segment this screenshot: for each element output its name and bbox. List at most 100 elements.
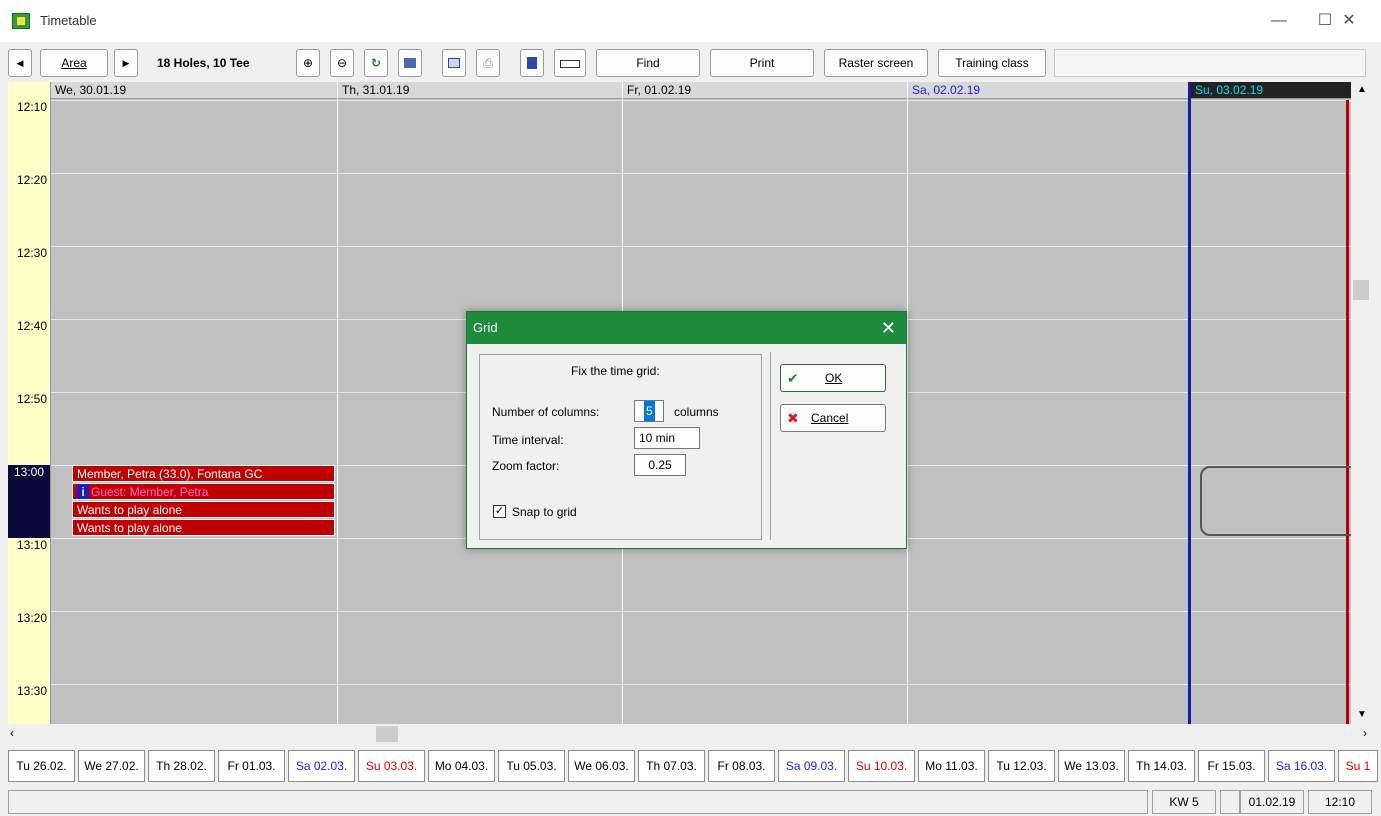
dialog-title: Grid [473,320,498,335]
ok-button[interactable]: ✔ OK [780,364,886,392]
vertical-scroll-thumb[interactable] [1353,280,1369,300]
zoom-out-icon[interactable]: ⊖ [330,49,354,77]
time-label: 12:10 [16,100,47,114]
date-strip-button[interactable]: We 13.03. [1058,750,1125,782]
date-strip-button[interactable]: Sa 02.03. [288,750,355,782]
day-header[interactable]: We, 30.01.19 [51,82,338,99]
print-preview-icon[interactable]: ⎙ [476,49,500,77]
horizontal-scrollbar[interactable]: ‹ › [8,724,1373,744]
app-icon [12,13,30,29]
date-strip: Tu 26.02. We 27.02. Th 28.02. Fr 01.03. Sa 0… [8,748,1381,786]
snap-label: Snap to grid [512,505,577,519]
date-strip-button[interactable]: Mo 11.03. [918,750,985,782]
date-strip-button[interactable]: Mo 04.03. [428,750,495,782]
screen-icon[interactable] [398,49,422,77]
training-class-button[interactable]: Training class [938,49,1046,77]
area-label: Area [61,56,87,70]
day-header[interactable]: Su, 03.02.19 [1191,82,1351,99]
date-strip-button[interactable]: Tu 26.02. [8,750,75,782]
booking-text: Wants to play alone [77,503,182,517]
snap-checkbox[interactable]: ✓ [493,505,506,518]
ok-icon: ✔ [787,370,799,386]
area-button[interactable]: Area [40,49,108,77]
date-strip-button[interactable]: Fr 15.03. [1198,750,1265,782]
booking-text: Guest: Member, Petra [91,485,209,499]
person-icon[interactable] [520,49,544,77]
horizontal-scroll-thumb[interactable] [376,726,398,742]
ok-label: OK [825,371,843,385]
minimize-button[interactable]: — [1256,8,1302,34]
date-strip-button[interactable]: Th 14.03. [1128,750,1195,782]
time-label: 12:20 [16,173,47,187]
zoom-in-icon[interactable]: ⊕ [296,49,320,77]
date-strip-button[interactable]: Fr 08.03. [708,750,775,782]
week-indicator: KW 5 [1152,790,1216,814]
date-strip-button[interactable]: Su 10.03. [848,750,915,782]
booking-entry[interactable]: Wants to play alone [72,519,335,536]
date-strip-button[interactable]: We 06.03. [568,750,635,782]
grid-row-line [51,611,1351,612]
status-date: 01.02.19 [1240,790,1304,814]
columns-value: 5 [644,401,655,421]
status-time: 12:10 [1308,790,1372,814]
print-button[interactable]: Print [710,49,814,77]
date-strip-button[interactable]: Tu 05.03. [498,750,565,782]
refresh-icon[interactable]: ↻ [364,49,388,77]
find-button[interactable]: Find [596,49,700,77]
scroll-up-icon[interactable]: ▲ [1357,84,1367,95]
date-strip-button[interactable]: Fr 01.03. [218,750,285,782]
time-label: 12:50 [16,392,47,406]
day-column-divider [337,82,338,724]
grid-dialog: Grid ✕ Fix the time grid: Number of colu… [466,311,907,549]
columns-input[interactable]: 5 [634,400,664,422]
person-icon-shape [527,57,537,69]
time-label: 13:00 [8,465,50,538]
time-label: 12:40 [16,319,47,333]
scroll-right-icon[interactable]: › [1363,726,1367,740]
grid-icon-shape [448,58,460,68]
status-spacer [1220,790,1240,814]
status-bar: KW 5 01.02.19 12:10 [8,790,1381,814]
interval-input[interactable]: 10 min [634,427,700,449]
day-header[interactable]: Fr, 01.02.19 [623,82,908,99]
vertical-scrollbar[interactable]: ▲ ▼ [1351,82,1373,724]
toolbar: ◀ Area ▶ 18 Holes, 10 Tee ⊕ ⊖ ↻ ⎙ Find P… [0,42,1381,82]
grid-row-line [51,246,1351,247]
grid-icon[interactable] [442,49,466,77]
dialog-heading: Fix the time grid: [571,364,660,378]
date-strip-button[interactable]: Th 28.02. [148,750,215,782]
status-message [8,790,1148,814]
booking-entry[interactable]: Wants to play alone [72,501,335,518]
title-bar: Timetable — ☐ ✕ [0,0,1381,42]
close-button[interactable]: ✕ [1326,8,1372,34]
day-header[interactable]: Sa, 02.02.19 [908,82,1191,99]
cancel-label: Cancel [811,411,849,425]
booking-entry[interactable]: Member, Petra (33.0), Fontana GC [72,465,335,482]
keyboard-icon[interactable] [554,49,586,77]
day-header[interactable]: Th, 31.01.19 [338,82,623,99]
scroll-down-icon[interactable]: ▼ [1357,709,1367,720]
scroll-left-icon[interactable]: ‹ [10,726,14,740]
dialog-close-icon[interactable]: ✕ [881,312,896,344]
date-strip-button[interactable]: Sa 16.03. [1268,750,1335,782]
prev-area-button[interactable]: ◀ [8,49,32,77]
time-label: 13:10 [16,538,47,552]
date-strip-button[interactable]: Sa 09.03. [778,750,845,782]
keyboard-icon-shape [560,60,580,68]
date-strip-button[interactable]: We 27.02. [78,750,145,782]
toolbar-info-field [1054,49,1366,77]
booking-text: Member, Petra (33.0), Fontana GC [77,467,263,481]
time-label: 13:20 [16,611,47,625]
cancel-button[interactable]: ✖ Cancel [780,404,886,432]
next-area-button[interactable]: ▶ [114,49,138,77]
booking-entry[interactable]: i Guest: Member, Petra [72,483,335,500]
date-strip-button[interactable]: Th 07.03. [638,750,705,782]
dialog-title-bar: Grid ✕ [467,312,906,344]
selected-slot[interactable] [1200,466,1360,536]
day-column-divider [1188,82,1191,724]
date-strip-button[interactable]: Su 1 [1338,750,1378,782]
zoom-input[interactable]: 0.25 [634,454,686,476]
raster-screen-button[interactable]: Raster screen [824,49,928,77]
date-strip-button[interactable]: Su 03.03. [358,750,425,782]
date-strip-button[interactable]: Tu 12.03. [988,750,1055,782]
